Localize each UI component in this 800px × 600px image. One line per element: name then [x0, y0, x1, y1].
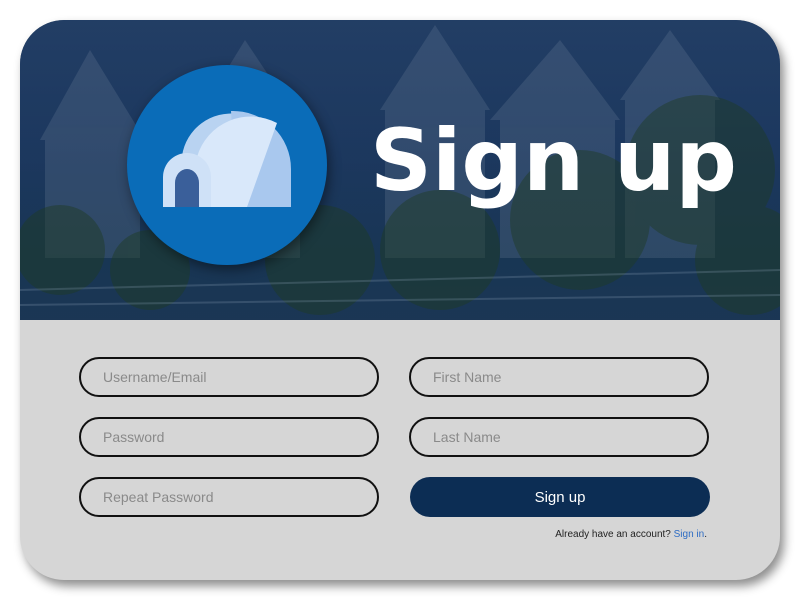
signup-button[interactable]: Sign up — [410, 477, 710, 517]
igloo-icon — [163, 110, 291, 207]
logo — [127, 65, 327, 265]
hero-banner: Sign up — [20, 20, 780, 320]
last-name-input[interactable] — [411, 419, 707, 455]
signin-link[interactable]: Sign in — [674, 529, 705, 540]
repeat-password-field-wrapper — [79, 477, 379, 517]
signin-suffix: . — [704, 529, 707, 540]
password-field-wrapper — [79, 417, 379, 457]
repeat-password-input[interactable] — [81, 479, 377, 515]
last-name-field-wrapper — [409, 417, 709, 457]
signin-prompt-text: Already have an account? — [555, 529, 671, 540]
first-name-input[interactable] — [411, 359, 707, 395]
username-field-wrapper — [79, 357, 379, 397]
password-input[interactable] — [81, 419, 377, 455]
signup-form: Sign up Already have an account? Sign in… — [20, 320, 780, 580]
signup-card: Sign up Sign up Already have an account?… — [20, 20, 780, 580]
first-name-field-wrapper — [409, 357, 709, 397]
signin-prompt-line: Already have an account? Sign in. — [555, 529, 707, 540]
username-email-input[interactable] — [81, 359, 377, 395]
page-title: Sign up — [370, 111, 737, 211]
